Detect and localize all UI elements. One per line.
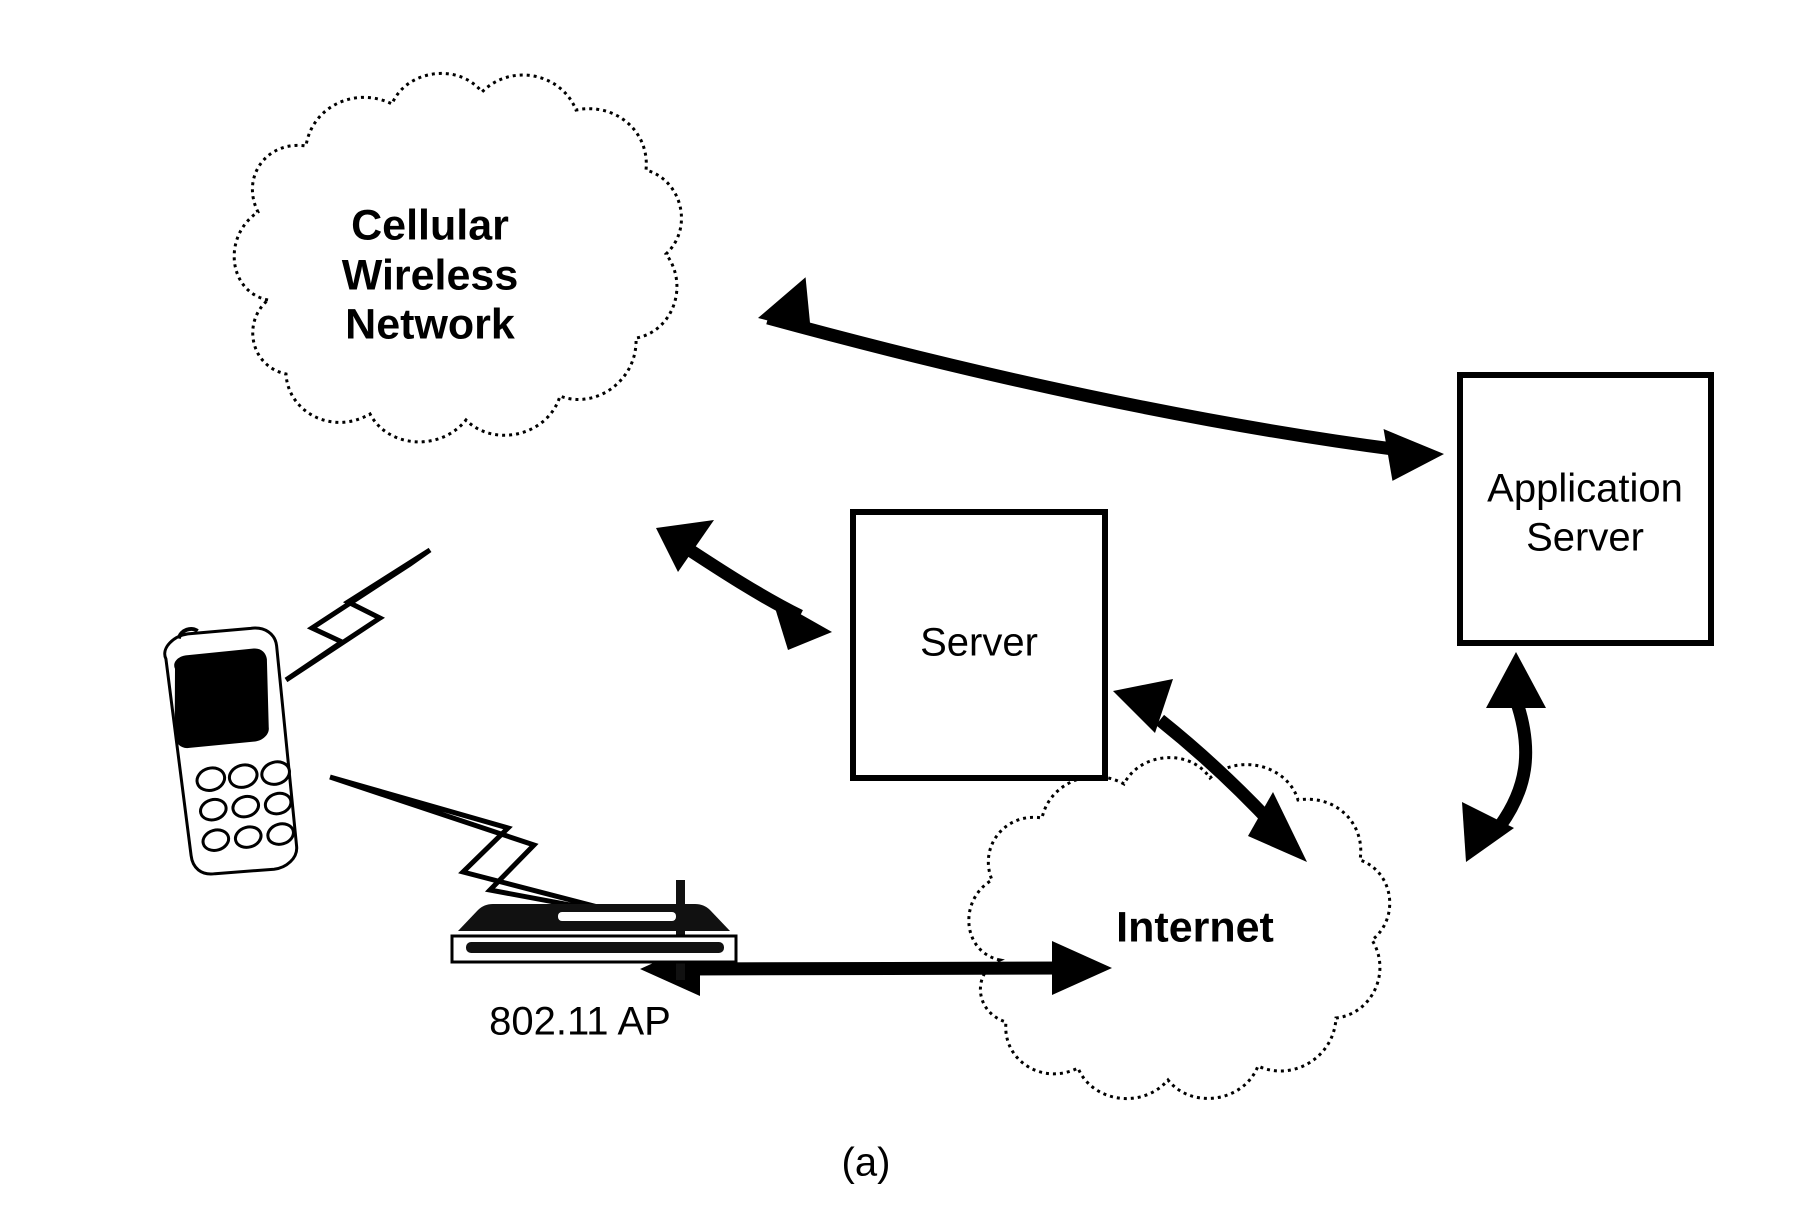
mobile-phone-icon[interactable] — [131, 607, 336, 891]
access-point-label: 802.11 AP — [489, 1000, 671, 1044]
arrow-head-upper — [1486, 652, 1546, 708]
application-server-node[interactable]: Application Server — [1457, 372, 1714, 646]
internet-cloud-label: Internet — [1116, 903, 1274, 951]
network-architecture-figure: Cellular Wireless Network Internet Serve… — [0, 0, 1805, 1220]
cellular-cloud-label-line-1: Cellular — [351, 201, 509, 249]
internet-cloud: Internet — [967, 756, 1392, 1101]
lightning-bolt-icon — [329, 774, 641, 921]
link-line — [683, 961, 1071, 976]
arrow-head-right — [1383, 429, 1444, 481]
wireless-link-bolt-cellular — [284, 547, 432, 683]
server-label: Server — [920, 621, 1038, 665]
wireless-router-icon[interactable]: 802.11 AP — [450, 880, 738, 1044]
application-server-label-line-2: Server — [1526, 516, 1644, 560]
link-line — [766, 311, 1401, 457]
router-vent-slot — [558, 912, 676, 921]
router-base-stripe — [466, 942, 724, 953]
figure-caption: (a) — [842, 1141, 891, 1185]
link-line — [1494, 697, 1533, 830]
link-cellular-to-application-server — [758, 277, 1444, 481]
server-node[interactable]: Server — [850, 509, 1108, 781]
wireless-link-bolt-wifi — [329, 774, 641, 921]
application-server-label-line-1: Application — [1487, 467, 1683, 511]
cellular-cloud-label-line-2: Wireless — [342, 251, 519, 299]
link-internet-to-application-server — [1462, 652, 1546, 862]
cellular-wireless-network-cloud: Cellular Wireless Network — [232, 71, 683, 444]
cellular-cloud-label-line-3: Network — [345, 300, 515, 348]
link-cellular-to-server — [656, 520, 832, 650]
diagram-canvas: Cellular Wireless Network Internet Serve… — [131, 71, 1714, 1185]
arrow-head-lower-right — [772, 598, 832, 650]
